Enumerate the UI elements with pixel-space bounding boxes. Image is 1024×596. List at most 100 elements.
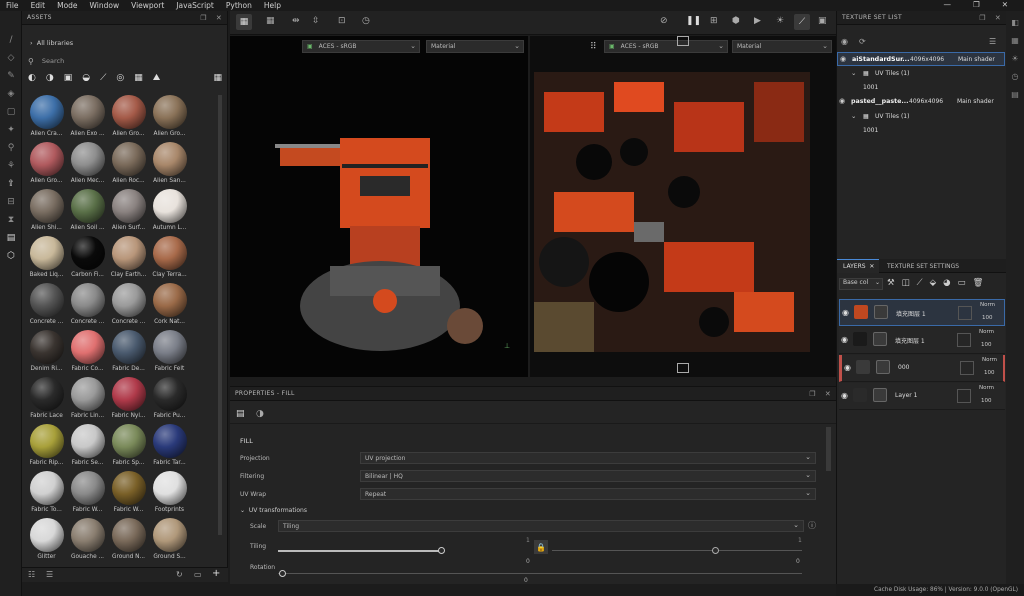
material-item[interactable]: Concrete ... xyxy=(26,283,67,330)
channel-dropdown-2d[interactable]: Material ⌄ xyxy=(732,40,832,53)
float-icon[interactable]: ❐ xyxy=(979,14,986,22)
material-item[interactable]: Ground N... xyxy=(108,518,149,565)
share-icon[interactable]: ⊟ xyxy=(0,193,22,211)
picker-icon[interactable]: ⚲ xyxy=(0,139,22,157)
material-item[interactable]: Footprints xyxy=(149,471,190,518)
layer-row[interactable]: ◉ Layer 1 Norm 100 xyxy=(839,383,1005,410)
material-item[interactable]: Fabric Lin... xyxy=(67,377,108,424)
add-material-icon[interactable]: ◕ xyxy=(943,278,950,288)
menu-mode[interactable]: Mode xyxy=(57,1,77,10)
grid-view-icon[interactable]: ▦ xyxy=(213,73,222,83)
layer-blend-box[interactable] xyxy=(957,333,971,347)
material-item[interactable]: Denim Ri... xyxy=(26,330,67,377)
restore-button[interactable]: ❐ xyxy=(973,0,980,9)
polygon-fill-icon[interactable]: ◈ xyxy=(0,85,22,103)
sort-icon[interactable]: ☰ xyxy=(46,570,53,579)
layer-blend-box[interactable] xyxy=(960,361,974,375)
float-icon[interactable]: ❐ xyxy=(809,390,816,398)
clone-icon[interactable]: ✦ xyxy=(0,121,22,139)
channel-dropdown-3d[interactable]: Material ⌄ xyxy=(426,40,524,53)
material-item[interactable]: Ground S... xyxy=(149,518,190,565)
layer-blend-box[interactable] xyxy=(957,389,971,403)
export-icon[interactable]: ⇪ xyxy=(0,175,22,193)
close-panel-icon[interactable]: ✕ xyxy=(825,390,831,398)
log-panel-icon[interactable]: ▤ xyxy=(1006,85,1024,103)
eye-icon[interactable]: ◉ xyxy=(844,363,851,372)
close-panel-icon[interactable]: ✕ xyxy=(995,14,1001,22)
close-button[interactable]: ✕ xyxy=(1002,0,1008,9)
material-item[interactable]: Alien Cra... xyxy=(26,95,67,142)
layer-row[interactable]: ◉ 填充图层 1 Norm 100 xyxy=(839,299,1005,326)
filter-icon[interactable]: ☷ xyxy=(28,570,35,579)
assets-scrollbar[interactable] xyxy=(218,95,222,535)
layer-opacity[interactable]: 100 xyxy=(984,370,995,376)
mirror-x-icon[interactable]: ⇹ xyxy=(292,16,300,26)
search-input[interactable]: Search xyxy=(42,57,64,65)
material-item[interactable]: Clay Terra... xyxy=(149,236,190,283)
refresh-icon[interactable]: ⟳ xyxy=(859,37,866,46)
cube-icon[interactable]: ⬢ xyxy=(732,16,740,26)
material-item[interactable]: Alien San... xyxy=(149,142,190,189)
camera-icon[interactable]: ▶ xyxy=(754,16,761,26)
eye-icon[interactable]: ◉ xyxy=(842,308,849,317)
menu-python[interactable]: Python xyxy=(226,1,252,10)
material-item[interactable]: Fabric To... xyxy=(26,471,67,518)
layer-blend-mode[interactable]: Norm xyxy=(982,357,997,363)
layer-row[interactable]: ◉ 填充图层 1 Norm 100 xyxy=(839,327,1005,354)
history-panel-icon[interactable]: ◷ xyxy=(1006,67,1024,85)
close-panel-icon[interactable]: ✕ xyxy=(216,14,222,22)
texture-set-row-1[interactable]: ◉ pasted__paste... 4096x4096 Main shader xyxy=(837,95,1005,109)
uv-tile-id[interactable]: 1001 xyxy=(863,84,878,91)
add-mask-icon[interactable]: ◫ xyxy=(902,278,910,288)
material-item[interactable]: Alien Exo ... xyxy=(67,95,108,142)
material-item[interactable]: Cork Nat... xyxy=(149,283,190,330)
material-item[interactable]: Alien Mec... xyxy=(67,142,108,189)
brush-mode-icon[interactable]: ⟋ xyxy=(794,14,810,30)
pattern-filter-icon[interactable]: ▦ xyxy=(134,73,143,83)
bake-icon[interactable]: ⚘ xyxy=(0,157,22,175)
close-icon[interactable]: ✕ xyxy=(869,263,874,270)
particle-filter-icon[interactable]: ◎ xyxy=(116,73,124,83)
texture-set-panel-icon[interactable]: ▦ xyxy=(1006,31,1024,49)
material-item[interactable]: Fabric Sp... xyxy=(108,424,149,471)
material-item[interactable]: Gouache ... xyxy=(67,518,108,565)
material-item[interactable]: Autumn L... xyxy=(149,189,190,236)
split-view-icon[interactable]: ⊞ xyxy=(710,16,718,26)
layer-blend-mode[interactable]: Norm xyxy=(979,385,994,391)
smudge-icon[interactable]: ▢ xyxy=(0,103,22,121)
box-icon[interactable]: ⬡ xyxy=(0,247,22,265)
folder-icon[interactable]: ▭ xyxy=(194,570,202,579)
layer-row[interactable]: ◉ 000 Norm 100 xyxy=(839,355,1005,382)
material-filter-icon[interactable]: ◐ xyxy=(28,73,36,83)
material-item[interactable]: Alien Roc... xyxy=(108,142,149,189)
projection-icon[interactable]: ✎ xyxy=(0,67,22,85)
lock-icon[interactable]: 🔒 xyxy=(534,540,548,554)
menu-window[interactable]: Window xyxy=(90,1,120,10)
eye-icon[interactable]: ◉ xyxy=(840,55,846,63)
viewport-grid-icon[interactable]: ▦ xyxy=(236,14,252,30)
info-icon[interactable]: ⓘ xyxy=(808,520,816,531)
chevron-down-icon[interactable]: ⌄ xyxy=(851,112,856,120)
layer-opacity[interactable]: 100 xyxy=(981,398,992,404)
add-fill-layer-icon[interactable]: ⬙ xyxy=(930,278,937,288)
layer-blend-mode[interactable]: Norm xyxy=(979,329,994,335)
hourglass-icon[interactable]: ⧗ xyxy=(0,211,22,229)
material-item[interactable]: Alien Soil ... xyxy=(67,189,108,236)
material-item[interactable]: Clay Earth... xyxy=(108,236,149,283)
paint-brush-icon[interactable]: / xyxy=(0,31,22,49)
material-item[interactable]: Fabric Felt xyxy=(149,330,190,377)
pause-icon[interactable]: ❚❚ xyxy=(686,16,701,26)
uv-tools-icon[interactable]: ⠿ xyxy=(590,42,597,52)
mask-filter-icon[interactable]: ◒ xyxy=(82,73,90,83)
menu-icon[interactable]: ☰ xyxy=(989,37,996,46)
material-item[interactable]: Concrete ... xyxy=(108,283,149,330)
menu-viewport[interactable]: Viewport xyxy=(131,1,164,10)
add-icon[interactable]: + xyxy=(212,568,220,579)
library-selector[interactable]: › All libraries xyxy=(30,39,73,47)
frame-handle-bottom[interactable] xyxy=(677,363,689,373)
layer-blend-mode[interactable]: Norm xyxy=(980,302,995,308)
delete-layer-icon[interactable]: 🗑 xyxy=(973,278,984,288)
add-folder-icon[interactable]: ▭ xyxy=(958,278,966,288)
scale-dropdown[interactable]: Tiling ⌄ xyxy=(278,520,804,532)
display-settings-icon[interactable]: ☀ xyxy=(1006,49,1024,67)
